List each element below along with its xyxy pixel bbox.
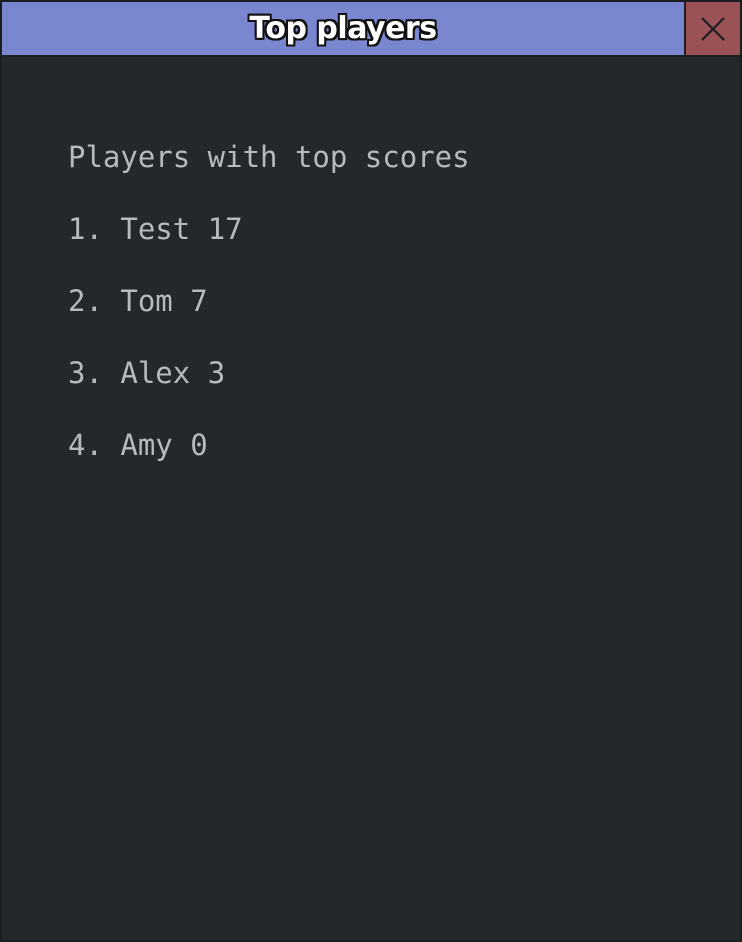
- player-score: 3: [207, 356, 226, 390]
- player-score: 17: [207, 212, 243, 246]
- player-row: 1. Test 17: [68, 210, 470, 282]
- player-name: Test: [120, 212, 191, 246]
- top-players-window: Top players Players with top scores 1. T…: [0, 0, 742, 942]
- close-button[interactable]: [686, 2, 740, 57]
- player-rank: 2.: [68, 284, 103, 318]
- player-rank: 3.: [68, 356, 103, 390]
- player-rank: 1.: [68, 212, 103, 246]
- player-row: 3. Alex 3: [68, 354, 470, 426]
- window-titlebar[interactable]: Top players: [2, 2, 686, 57]
- player-row: 4. Amy 0: [68, 426, 470, 498]
- player-score: 0: [190, 428, 208, 462]
- player-rank: 4.: [68, 428, 103, 462]
- scores-panel: Players with top scores 1. Test 17 2. To…: [68, 138, 470, 498]
- player-name: Amy: [120, 428, 173, 462]
- player-row: 2. Tom 7: [68, 282, 470, 354]
- player-score: 7: [190, 284, 208, 318]
- window-title: Top players: [249, 11, 437, 46]
- player-name: Tom: [120, 284, 173, 318]
- player-name: Alex: [120, 356, 191, 390]
- close-icon: [701, 16, 725, 41]
- scores-heading: Players with top scores: [68, 140, 470, 174]
